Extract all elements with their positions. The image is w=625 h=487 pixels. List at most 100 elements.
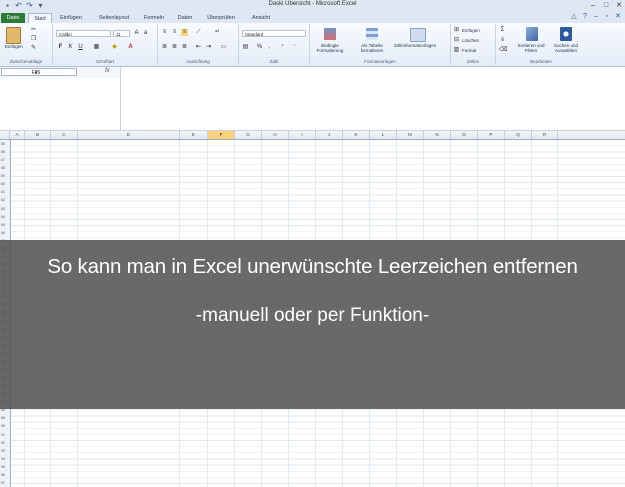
column-header-h[interactable]: H (262, 131, 289, 139)
column-header-f[interactable]: F (208, 131, 235, 139)
column-header-q[interactable]: Q (505, 131, 532, 139)
tab-file[interactable]: Datei (1, 13, 25, 23)
copy-icon[interactable]: ❐ (30, 36, 37, 43)
fill-icon[interactable]: ⇓ (499, 37, 506, 44)
shrink-font-icon[interactable]: a (142, 30, 149, 37)
minimize-ribbon-icon[interactable]: △ (570, 13, 578, 21)
border-icon[interactable]: ▦ (93, 44, 100, 51)
row-header[interactable]: 94 (0, 455, 10, 463)
doc-minimize-icon[interactable]: – (592, 13, 600, 21)
column-header-o[interactable]: O (451, 131, 478, 139)
column-header-c[interactable]: C (51, 131, 78, 139)
column-header-a[interactable]: A (10, 131, 25, 139)
align-left-icon[interactable]: ≣ (161, 44, 168, 51)
cell-styles-label[interactable]: Zellenformatvorlagen (394, 43, 436, 48)
chevron-down-icon[interactable]: ▾ (2, 69, 70, 77)
column-header-e[interactable]: E (180, 131, 208, 139)
insert-cells-icon[interactable]: ⊞ (453, 27, 460, 34)
orientation-icon[interactable]: ⟋ (195, 29, 202, 36)
column-header-b[interactable]: B (25, 131, 51, 139)
column-header-l[interactable]: L (370, 131, 397, 139)
accounting-icon[interactable]: ▤ (242, 44, 249, 51)
row-header[interactable]: 58 (0, 164, 10, 172)
delete-cells-icon[interactable]: ⊟ (453, 37, 460, 44)
grow-font-icon[interactable]: A (133, 30, 140, 37)
insert-cells-label[interactable]: Einfügen (462, 28, 480, 33)
number-format-combo[interactable]: Standard (242, 30, 306, 37)
row-header[interactable]: 95 (0, 463, 10, 471)
tab-formulas[interactable]: Formeln (140, 13, 168, 23)
row-header[interactable]: 91 (0, 431, 10, 439)
column-header-r[interactable]: R (532, 131, 558, 139)
font-size-combo[interactable]: 11 (113, 30, 130, 37)
close-button[interactable]: ✕ (615, 1, 623, 10)
paste-icon[interactable] (6, 27, 21, 44)
row-header[interactable]: 62 (0, 196, 10, 204)
align-right-icon[interactable]: ≣ (181, 44, 188, 51)
doc-restore-icon[interactable]: ▫ (603, 13, 611, 21)
align-center-icon[interactable]: ≣ (171, 44, 178, 51)
column-header-g[interactable]: G (235, 131, 262, 139)
tab-page-layout[interactable]: Seitenlayout (92, 13, 136, 23)
paste-label[interactable]: Einfügen (5, 44, 23, 49)
fill-color-icon[interactable]: ◆ (111, 44, 118, 51)
select-all-button[interactable] (0, 131, 10, 139)
format-cells-label[interactable]: Format (462, 48, 476, 53)
find-select-label[interactable]: Suchen und Auswählen (550, 43, 582, 53)
column-header-n[interactable]: N (424, 131, 451, 139)
underline-button[interactable]: U (77, 44, 84, 51)
conditional-format-icon[interactable] (324, 28, 336, 40)
format-painter-icon[interactable]: ✎ (30, 45, 37, 52)
doc-close-icon[interactable]: ✕ (614, 13, 622, 21)
conditional-format-label[interactable]: Bedingte Formatierung (312, 43, 348, 53)
find-select-icon[interactable] (560, 27, 572, 41)
tab-insert[interactable]: Einfügen (55, 13, 87, 23)
row-header[interactable]: 96 (0, 471, 10, 479)
row-header[interactable]: 57 (0, 156, 10, 164)
percent-icon[interactable]: % (256, 44, 263, 51)
row-header[interactable]: 92 (0, 439, 10, 447)
decrease-indent-icon[interactable]: ⇤ (195, 44, 202, 51)
row-header[interactable]: 90 (0, 422, 10, 430)
decrease-decimal-icon[interactable]: ⁻ (291, 44, 298, 51)
align-middle-icon[interactable]: ≡ (171, 29, 178, 36)
column-header-p[interactable]: P (478, 131, 505, 139)
clear-icon[interactable]: ⌫ (499, 47, 507, 54)
merge-cells-icon[interactable]: ▭ (220, 44, 227, 51)
format-cells-icon[interactable]: ▥ (453, 47, 460, 54)
font-color-icon[interactable]: A (127, 44, 134, 51)
align-top-icon[interactable]: ≡ (161, 29, 168, 36)
fx-icon[interactable]: fx (105, 68, 110, 74)
wrap-text-icon[interactable]: ↵ (214, 29, 221, 36)
column-header-i[interactable]: I (289, 131, 316, 139)
help-icon[interactable]: ? (581, 13, 589, 21)
font-name-combo[interactable]: Calibri (56, 30, 111, 37)
row-header[interactable]: 89 (0, 414, 10, 422)
comma-icon[interactable]: , (266, 44, 273, 51)
row-header[interactable]: 63 (0, 205, 10, 213)
cell-styles-icon[interactable] (410, 28, 426, 42)
row-header[interactable]: 56 (0, 148, 10, 156)
row-header[interactable]: 66 (0, 229, 10, 237)
row-header[interactable]: 64 (0, 213, 10, 221)
row-header[interactable]: 61 (0, 188, 10, 196)
maximize-button[interactable]: □ (602, 1, 610, 10)
sort-filter-label[interactable]: Sortieren und Filtern (516, 43, 546, 53)
delete-cells-label[interactable]: Löschen (462, 38, 479, 43)
tab-data[interactable]: Daten (172, 13, 198, 23)
row-header[interactable]: 93 (0, 447, 10, 455)
formula-input[interactable] (120, 67, 625, 131)
column-header-j[interactable]: J (316, 131, 343, 139)
italic-button[interactable]: K (67, 44, 74, 51)
autosum-icon[interactable]: Σ (499, 27, 506, 34)
sort-filter-icon[interactable] (526, 27, 538, 41)
align-bottom-icon[interactable]: ≡ (181, 29, 188, 36)
minimize-button[interactable]: – (589, 1, 597, 10)
increase-decimal-icon[interactable]: ⁺ (279, 44, 286, 51)
increase-indent-icon[interactable]: ⇥ (205, 44, 212, 51)
row-header[interactable]: 60 (0, 180, 10, 188)
tab-review[interactable]: Überprüfen (202, 13, 240, 23)
tab-view[interactable]: Ansicht (246, 13, 276, 23)
cut-icon[interactable]: ✂ (30, 27, 37, 34)
format-as-table-icon[interactable] (366, 28, 378, 40)
